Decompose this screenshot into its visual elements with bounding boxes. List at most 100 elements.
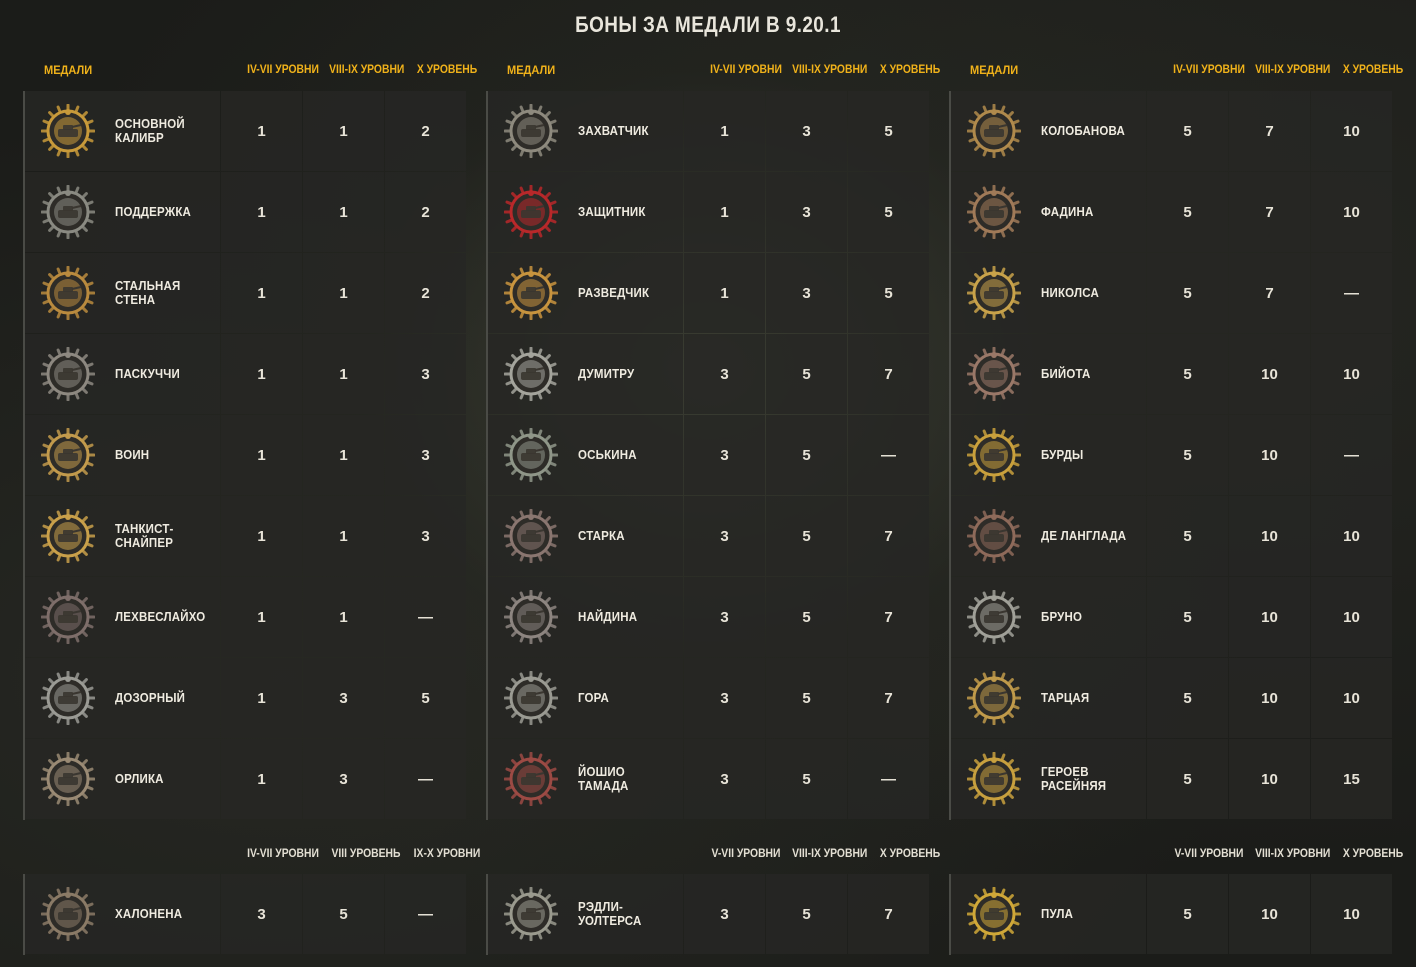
bonus-value: 3: [385, 415, 466, 495]
bonus-value: 10: [1229, 496, 1310, 576]
medal-icon: [41, 509, 95, 563]
medal-cell: ОСНОВНОЙ КАЛИБР: [25, 91, 220, 171]
medal-cell: ПУЛА: [951, 874, 1146, 954]
table-row: РЭДЛИ- УОЛТЕРСА 3 5 7: [488, 874, 932, 955]
medal-cell: ГОРА: [488, 658, 683, 738]
bonus-value: —: [1311, 253, 1392, 333]
medal-cell: ЙОШИО ТАМАДА: [488, 739, 683, 819]
extra-header-c3: IX-X УРОВНИ: [413, 848, 481, 860]
bonus-value: 10: [1311, 172, 1392, 252]
medal-cell: ЗАХВАТЧИК: [488, 91, 683, 171]
table-row: РАЗВЕДЧИК 1 3 5: [488, 253, 932, 334]
extra-header-c2: VIII-IX УРОВНИ: [1255, 848, 1331, 860]
bonus-value: 1: [303, 496, 384, 576]
bonus-value: 5: [1147, 739, 1228, 819]
header-c1: IV-VII УРОВНИ: [710, 64, 782, 76]
bonus-value: —: [385, 739, 466, 819]
bonus-value: 5: [848, 172, 929, 252]
medal-name: СТАРКА: [578, 529, 625, 543]
medal-name: ОСНОВНОЙ КАЛИБР: [115, 117, 185, 145]
medal-icon: [967, 428, 1021, 482]
table-row: ЛЕХВЕСЛАЙХО 1 1—: [25, 577, 469, 658]
table-row: СТАЛЬНАЯ СТЕНА 1 1 2: [25, 253, 469, 334]
medal-cell: ТАРЦАЯ: [951, 658, 1146, 738]
table-row: ГОРА 3 5 7: [488, 658, 932, 739]
bonus-value: 5: [766, 874, 847, 954]
table-row: БРУНО 5 10 10: [951, 577, 1395, 658]
bonus-value: 1: [684, 91, 765, 171]
medal-grid: ОСНОВНОЙ КАЛИБР 1 1 2 ПОДДЕРЖКА 1 1 2 СТАЛЬНАЯ…: [23, 91, 469, 820]
bonus-value: 5: [766, 658, 847, 738]
medal-name: ЗАХВАТЧИК: [578, 124, 649, 138]
medal-name: РЭДЛИ- УОЛТЕРСА: [578, 900, 642, 928]
medal-cell: ДЕ ЛАНГЛАДА: [951, 496, 1146, 576]
page: БОНЫ ЗА МЕДАЛИ В 9.20.1 МЕДАЛИ IV-VII УРО…: [0, 0, 1416, 967]
medal-icon: [967, 887, 1021, 941]
header-medals: МЕДАЛИ: [44, 63, 93, 77]
extra-header-c3: X УРОВЕНЬ: [879, 848, 941, 860]
table-row: НИКОЛСА 5 7—: [951, 253, 1395, 334]
bonus-value: 10: [1311, 91, 1392, 171]
medal-name: БРУНО: [1041, 610, 1083, 624]
bonus-value: 10: [1311, 658, 1392, 738]
bonus-value: 5: [1147, 91, 1228, 171]
bonus-value: 7: [1229, 172, 1310, 252]
bonus-value: 1: [684, 253, 765, 333]
header-c3: X УРОВЕНЬ: [1342, 64, 1404, 76]
table-row: КОЛОБАНОВА 5 7 10: [951, 91, 1395, 172]
bonus-value: 3: [684, 874, 765, 954]
medal-icon: [967, 104, 1021, 158]
medal-cell: НИКОЛСА: [951, 253, 1146, 333]
medal-icon: [504, 266, 558, 320]
medal-icon: [504, 671, 558, 725]
table-row: ДУМИТРУ 3 5 7: [488, 334, 932, 415]
medal-name: НИКОЛСА: [1041, 286, 1099, 300]
medal-cell: ЛЕХВЕСЛАЙХО: [25, 577, 220, 657]
medal-name: ФАДИНА: [1041, 205, 1094, 219]
medal-icon: [504, 887, 558, 941]
bonus-value: 3: [684, 577, 765, 657]
medal-name: ДУМИТРУ: [578, 367, 635, 381]
bonus-value: 3: [303, 658, 384, 738]
medal-cell: РЭДЛИ- УОЛТЕРСА: [488, 874, 683, 954]
bonus-value: 3: [684, 658, 765, 738]
medal-name: ГОРА: [578, 691, 610, 705]
bonus-value: 5: [1147, 334, 1228, 414]
bonus-value: 10: [1229, 658, 1310, 738]
bonus-value: —: [1311, 415, 1392, 495]
bonus-value: 1: [221, 415, 302, 495]
bonus-value: 1: [221, 172, 302, 252]
table-row: НАЙДИНА 3 5 7: [488, 577, 932, 658]
table-row: ОСНОВНОЙ КАЛИБР 1 1 2: [25, 91, 469, 172]
bonus-value: 1: [221, 739, 302, 819]
medal-name: СТАЛЬНАЯ СТЕНА: [115, 279, 181, 307]
medal-name: ДОЗОРНЫЙ: [115, 691, 186, 705]
bonus-value: 7: [848, 658, 929, 738]
bonus-value: —: [385, 874, 466, 954]
bonus-value: 10: [1229, 577, 1310, 657]
bonus-value: 3: [684, 415, 765, 495]
medal-icon: [967, 590, 1021, 644]
bonus-value: —: [848, 415, 929, 495]
bonus-value: 5: [1147, 415, 1228, 495]
table-row: БИЙОТА 5 10 10: [951, 334, 1395, 415]
table-row: ДЕ ЛАНГЛАДА 5 10 10: [951, 496, 1395, 577]
table-row: ТАНКИСТ- СНАЙПЕР 1 1 3: [25, 496, 469, 577]
header-c3: X УРОВЕНЬ: [879, 64, 941, 76]
bonus-value: 1: [303, 91, 384, 171]
header-c3: X УРОВЕНЬ: [416, 64, 478, 76]
medal-icon: [967, 347, 1021, 401]
medal-cell: КОЛОБАНОВА: [951, 91, 1146, 171]
bonus-value: 1: [303, 253, 384, 333]
bonus-value: 3: [766, 253, 847, 333]
bonus-value: —: [385, 577, 466, 657]
header-medals: МЕДАЛИ: [507, 63, 556, 77]
medal-icon: [504, 185, 558, 239]
table-row: ХАЛОНЕНА 3 5—: [25, 874, 469, 955]
medal-name: ХАЛОНЕНА: [115, 907, 183, 921]
bonus-value: 5: [766, 577, 847, 657]
medal-cell: СТАЛЬНАЯ СТЕНА: [25, 253, 220, 333]
medal-name: ПОДДЕРЖКА: [115, 205, 192, 219]
table-row: ПУЛА 5 10 10: [951, 874, 1395, 955]
extra-header-c2: VIII УРОВЕНЬ: [331, 848, 401, 860]
